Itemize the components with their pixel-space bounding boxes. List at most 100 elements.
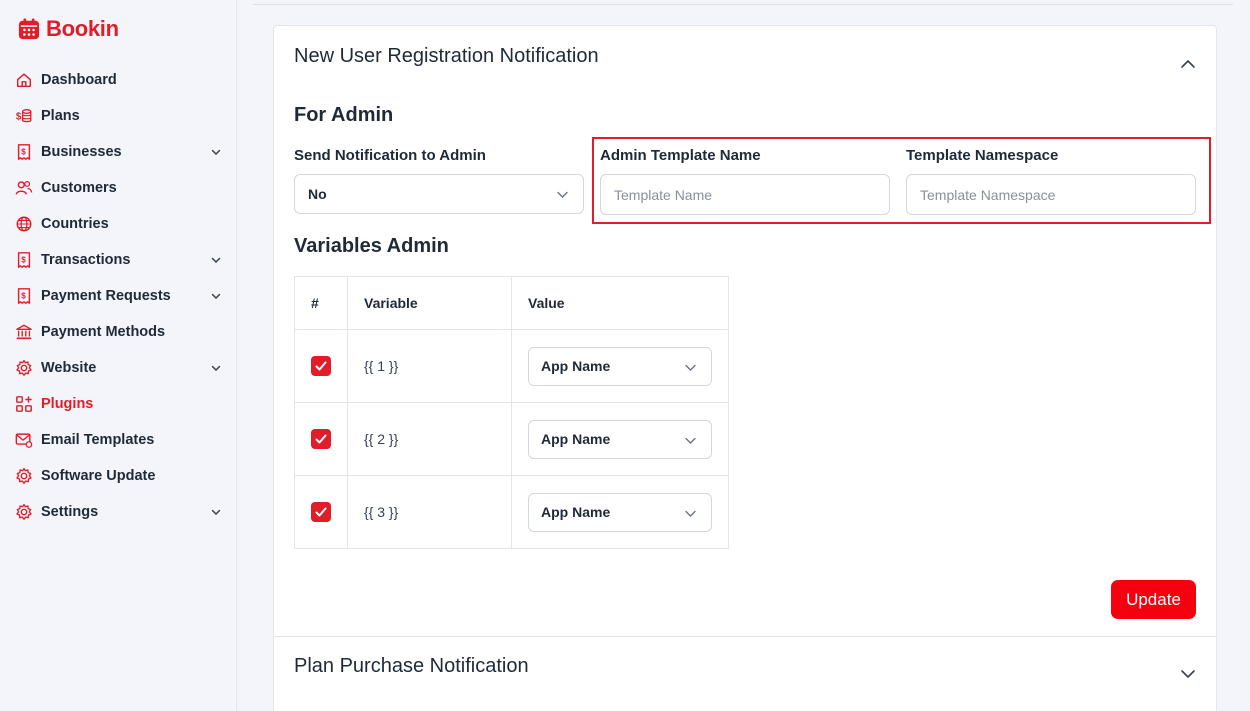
receipt-icon: $ (14, 143, 33, 162)
value-select-text: App Name (541, 358, 611, 374)
send-notification-value: No (308, 186, 327, 202)
chevron-down-icon[interactable] (210, 362, 222, 374)
sidebar-item-website[interactable]: Website (0, 350, 236, 386)
svg-text:$: $ (21, 292, 26, 301)
value-select[interactable]: App Name (528, 346, 712, 386)
notification-panel: New User Registration Notification For A… (273, 25, 1217, 711)
for-admin-heading: For Admin (294, 104, 394, 126)
row-checkbox[interactable] (311, 429, 331, 449)
sidebar: Bookin Dashboard $ Plans $ Businesses Custome… (0, 0, 237, 711)
variable-cell: {{ 2 }} (347, 402, 512, 476)
sidebar-item-label: Email Templates (41, 432, 155, 448)
check-icon (315, 507, 327, 517)
chevron-up-icon[interactable] (1180, 56, 1196, 72)
check-icon (315, 361, 327, 371)
calendar-logo-icon (18, 18, 40, 40)
sidebar-item-countries[interactable]: Countries (0, 206, 236, 242)
gear-icon (14, 503, 33, 522)
coins-icon: $ (14, 107, 33, 126)
users-icon (14, 179, 33, 198)
update-button[interactable]: Update (1111, 580, 1196, 619)
brand-logo[interactable]: Bookin (18, 16, 119, 42)
sidebar-item-label: Businesses (41, 144, 122, 160)
chevron-down-icon[interactable] (1180, 666, 1196, 682)
sidebar-item-payment-methods[interactable]: Payment Methods (0, 314, 236, 350)
chevron-down-icon (685, 510, 696, 517)
svg-text:$: $ (21, 148, 26, 157)
variable-cell: {{ 3 }} (347, 475, 512, 549)
section-title-plan-purchase[interactable]: Plan Purchase Notification (294, 655, 529, 678)
sidebar-item-label: Settings (41, 504, 99, 520)
top-divider (253, 4, 1233, 5)
chevron-down-icon[interactable] (210, 506, 222, 518)
sidebar-item-label: Plans (41, 108, 80, 124)
checkbox-cell (294, 329, 348, 403)
column-header-value: Value (511, 276, 729, 330)
sidebar-item-software-update[interactable]: Software Update (0, 458, 236, 494)
sidebar-item-label: Dashboard (41, 72, 117, 88)
sidebar-item-label: Payment Methods (41, 324, 166, 340)
sidebar-item-label: Software Update (41, 468, 156, 484)
value-cell: App Name (511, 475, 729, 549)
bank-icon (14, 323, 33, 342)
send-notification-label: Send Notification to Admin (294, 147, 486, 164)
sidebar-item-label: Website (41, 360, 97, 376)
sidebar-item-payment-requests[interactable]: $ Payment Requests (0, 278, 236, 314)
value-cell: App Name (511, 329, 729, 403)
chevron-down-icon (685, 364, 696, 371)
row-checkbox[interactable] (311, 356, 331, 376)
sidebar-item-customers[interactable]: Customers (0, 170, 236, 206)
sidebar-item-label: Plugins (41, 396, 94, 412)
svg-text:$: $ (21, 256, 26, 265)
value-cell: App Name (511, 402, 729, 476)
sidebar-item-plans[interactable]: $ Plans (0, 98, 236, 134)
brand-name: Bookin (46, 16, 119, 41)
check-icon (315, 434, 327, 444)
checkbox-cell (294, 402, 348, 476)
variable-cell: {{ 1 }} (347, 329, 512, 403)
value-select-text: App Name (541, 431, 611, 447)
variables-table: # Variable Value {{ 1 }} App Name {{ 2 }} A… (294, 276, 729, 549)
sidebar-item-businesses[interactable]: $ Businesses (0, 134, 236, 170)
section-title-user-registration[interactable]: New User Registration Notification (294, 45, 599, 68)
sidebar-item-label: Transactions (41, 252, 131, 268)
section-divider (274, 636, 1216, 637)
sidebar-item-transactions[interactable]: $ Transactions (0, 242, 236, 278)
row-checkbox[interactable] (311, 502, 331, 522)
main-content: New User Registration Notification For A… (237, 0, 1250, 711)
value-select-text: App Name (541, 504, 611, 520)
chevron-down-icon (557, 191, 568, 198)
variables-admin-heading: Variables Admin (294, 235, 449, 257)
svg-text:$: $ (15, 112, 21, 123)
table-header-row: # Variable Value (294, 276, 729, 330)
receipt-icon: $ (14, 251, 33, 270)
grid-plus-icon (14, 395, 33, 414)
sidebar-item-email-templates[interactable]: Email Templates (0, 422, 236, 458)
highlight-box (592, 137, 1211, 224)
chevron-down-icon (685, 437, 696, 444)
value-select[interactable]: App Name (528, 492, 712, 532)
chevron-down-icon[interactable] (210, 254, 222, 266)
sidebar-item-settings[interactable]: Settings (0, 494, 236, 530)
checkbox-cell (294, 475, 348, 549)
sidebar-nav: Dashboard $ Plans $ Businesses Customers Count… (0, 62, 236, 530)
home-icon (14, 71, 33, 90)
send-notification-select[interactable]: No (294, 174, 584, 214)
globe-icon (14, 215, 33, 234)
sidebar-item-label: Customers (41, 180, 117, 196)
value-select[interactable]: App Name (528, 419, 712, 459)
column-header-index: # (294, 276, 348, 330)
chevron-down-icon[interactable] (210, 146, 222, 158)
column-header-variable: Variable (347, 276, 512, 330)
table-row: {{ 3 }} App Name (294, 475, 729, 549)
sidebar-item-label: Countries (41, 216, 109, 232)
receipt-icon: $ (14, 287, 33, 306)
sidebar-item-plugins[interactable]: Plugins (0, 386, 236, 422)
gear-icon (14, 359, 33, 378)
sidebar-item-dashboard[interactable]: Dashboard (0, 62, 236, 98)
mail-gear-icon (14, 431, 33, 450)
sidebar-item-label: Payment Requests (41, 288, 171, 304)
chevron-down-icon[interactable] (210, 290, 222, 302)
table-row: {{ 1 }} App Name (294, 329, 729, 403)
gear-icon (14, 467, 33, 486)
